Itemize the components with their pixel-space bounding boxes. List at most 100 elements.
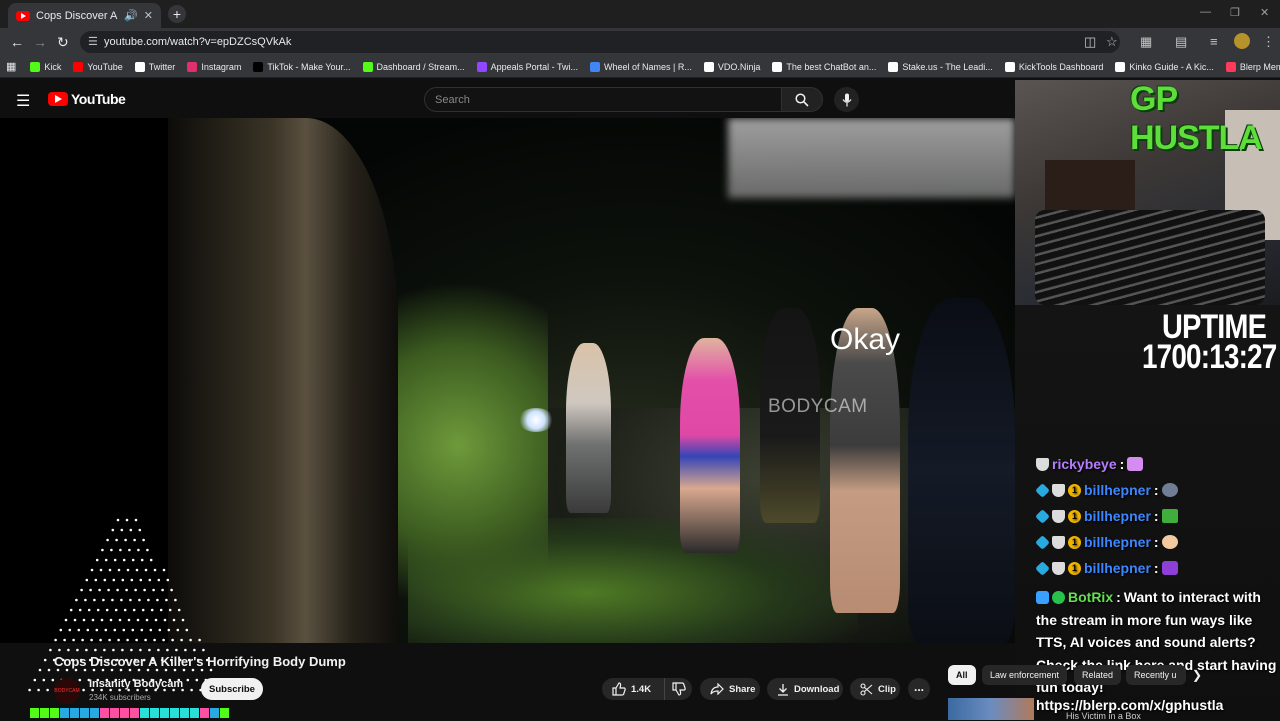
bookmark-item[interactable]: Appeals Portal - Twi...: [476, 61, 578, 72]
gift-badge-icon: [1035, 560, 1050, 576]
bookmark-item[interactable]: Instagram: [187, 61, 241, 72]
counter-cell: [160, 708, 169, 718]
search-input[interactable]: [424, 87, 782, 112]
counter-cell: [110, 708, 119, 718]
clip-button[interactable]: Clip: [850, 678, 900, 700]
decoration-dot: [189, 638, 192, 642]
youtube-favicon-icon: [16, 10, 30, 21]
bookmark-item[interactable]: The best ChatBot an...: [772, 61, 877, 72]
youtube-logo[interactable]: YouTube: [48, 91, 126, 107]
decoration-dot: [104, 628, 108, 632]
chip-law-enforcement[interactable]: Law enforcement: [982, 665, 1068, 685]
decoration-dot: [176, 628, 180, 632]
emote-icon: [1161, 483, 1178, 497]
bookmark-item[interactable]: Kick: [30, 61, 62, 72]
decoration-dot: [59, 628, 63, 632]
bookmark-favicon-icon: [253, 61, 264, 72]
bookmark-item[interactable]: Wheel of Names | R...: [589, 61, 692, 72]
more-actions-button[interactable]: ...: [908, 678, 930, 700]
decoration-dot: [99, 638, 102, 642]
minimize-icon[interactable]: —: [1200, 6, 1211, 18]
decoration-dot: [128, 548, 131, 552]
hamburger-menu-icon[interactable]: ☰: [16, 91, 30, 111]
audio-playing-icon[interactable]: 🔊: [124, 9, 138, 22]
chip-related[interactable]: Related: [1074, 665, 1122, 685]
decoration-dot: [190, 688, 193, 692]
like-button[interactable]: 1.4K: [602, 678, 664, 700]
decoration-dot: [180, 638, 183, 642]
decoration-dot: [64, 618, 68, 622]
subscribe-button[interactable]: Subscribe: [201, 678, 263, 700]
decoration-dot: [152, 588, 155, 592]
decoration-dot: [105, 608, 109, 612]
counter-cell: [120, 708, 129, 718]
url-bar[interactable]: ☰ youtube.com/watch?v=epDZCsQVkAk: [80, 31, 1120, 53]
reload-icon[interactable]: ↻: [57, 34, 69, 51]
site-info-icon[interactable]: ☰: [88, 35, 98, 48]
video-person: [908, 298, 1015, 643]
bookmark-star-icon[interactable]: ☆: [1106, 34, 1118, 50]
decoration-dot: [146, 548, 149, 552]
extensions-icon[interactable]: ▦: [1140, 34, 1152, 50]
chip-all[interactable]: All: [948, 665, 976, 685]
decoration-dot: [38, 668, 42, 672]
share-button[interactable]: Share: [700, 678, 760, 700]
dotted-triangle-decoration: [28, 518, 220, 692]
restore-icon[interactable]: ❐: [1230, 6, 1240, 19]
decoration-dot: [191, 668, 195, 672]
apps-grid-icon[interactable]: ▦: [6, 60, 16, 73]
chip-recently-uploaded[interactable]: Recently u: [1126, 665, 1186, 685]
decoration-dot: [112, 578, 116, 582]
decoration-dot: [74, 668, 78, 672]
dislike-button[interactable]: [664, 678, 692, 700]
video-person: [566, 343, 611, 513]
decoration-dot: [28, 688, 31, 692]
video-frame[interactable]: [168, 118, 1015, 643]
bookmark-item[interactable]: Twitter: [134, 61, 175, 72]
close-window-icon[interactable]: ✕: [1260, 6, 1269, 19]
chevron-right-icon[interactable]: ❯: [1192, 668, 1202, 682]
reading-list-icon[interactable]: ≡: [1210, 34, 1218, 49]
decoration-dot: [161, 588, 164, 592]
close-tab-icon[interactable]: ✕: [144, 9, 153, 22]
bookmark-label: Stake.us - The Leadi...: [902, 61, 993, 72]
bookmark-item[interactable]: Stake.us - The Leadi...: [888, 61, 993, 72]
bookmark-favicon-icon: [73, 61, 84, 72]
emote-icon: [1161, 509, 1178, 523]
profile-avatar[interactable]: [1234, 33, 1250, 49]
bookmark-label: Kick: [44, 61, 62, 72]
bookmark-favicon-icon: [362, 61, 373, 72]
browser-tab[interactable]: Cops Discover A Killer's Ho 🔊 ✕: [8, 3, 161, 28]
new-tab-button[interactable]: +: [168, 5, 186, 23]
decoration-dot: [106, 538, 109, 542]
cast-icon[interactable]: ◫: [1084, 34, 1096, 50]
bookmark-item[interactable]: TikTok - Make Your...: [253, 61, 351, 72]
bookmark-item[interactable]: Kinko Guide - A Kic...: [1115, 61, 1214, 72]
decoration-dot: [147, 598, 150, 602]
download-button[interactable]: Download: [767, 678, 843, 700]
forward-icon[interactable]: →: [33, 34, 47, 50]
bookmark-item[interactable]: KickTools Dashboard: [1004, 61, 1103, 72]
back-icon[interactable]: ←: [10, 34, 24, 50]
channel-name[interactable]: Insanity Bodycam: [89, 678, 183, 690]
search-button[interactable]: [781, 87, 823, 112]
recommended-thumbnail[interactable]: [948, 698, 1034, 720]
download-label: Download: [794, 683, 840, 695]
video-headlight: [518, 408, 554, 432]
bookmark-item[interactable]: Dashboard / Stream...: [362, 61, 465, 72]
decoration-dot: [133, 538, 136, 542]
decoration-dot: [113, 558, 117, 562]
voice-search-button[interactable]: [834, 87, 859, 112]
media-control-icon[interactable]: ▤: [1175, 34, 1187, 50]
decoration-dot: [94, 648, 97, 652]
decoration-dot: [157, 648, 160, 652]
bookmark-item[interactable]: VDO.Ninja: [703, 61, 760, 72]
bookmark-favicon-icon: [772, 61, 783, 72]
decoration-dot: [104, 558, 108, 562]
bookmark-item[interactable]: YouTube: [73, 61, 123, 72]
bookmark-label: The best ChatBot an...: [786, 61, 877, 72]
channel-avatar[interactable]: BODYCAM: [54, 678, 80, 704]
bookmark-item[interactable]: Blerp Memes | Best...: [1225, 61, 1280, 72]
chrome-menu-icon[interactable]: ⋮: [1262, 34, 1275, 50]
decoration-dot: [164, 668, 168, 672]
